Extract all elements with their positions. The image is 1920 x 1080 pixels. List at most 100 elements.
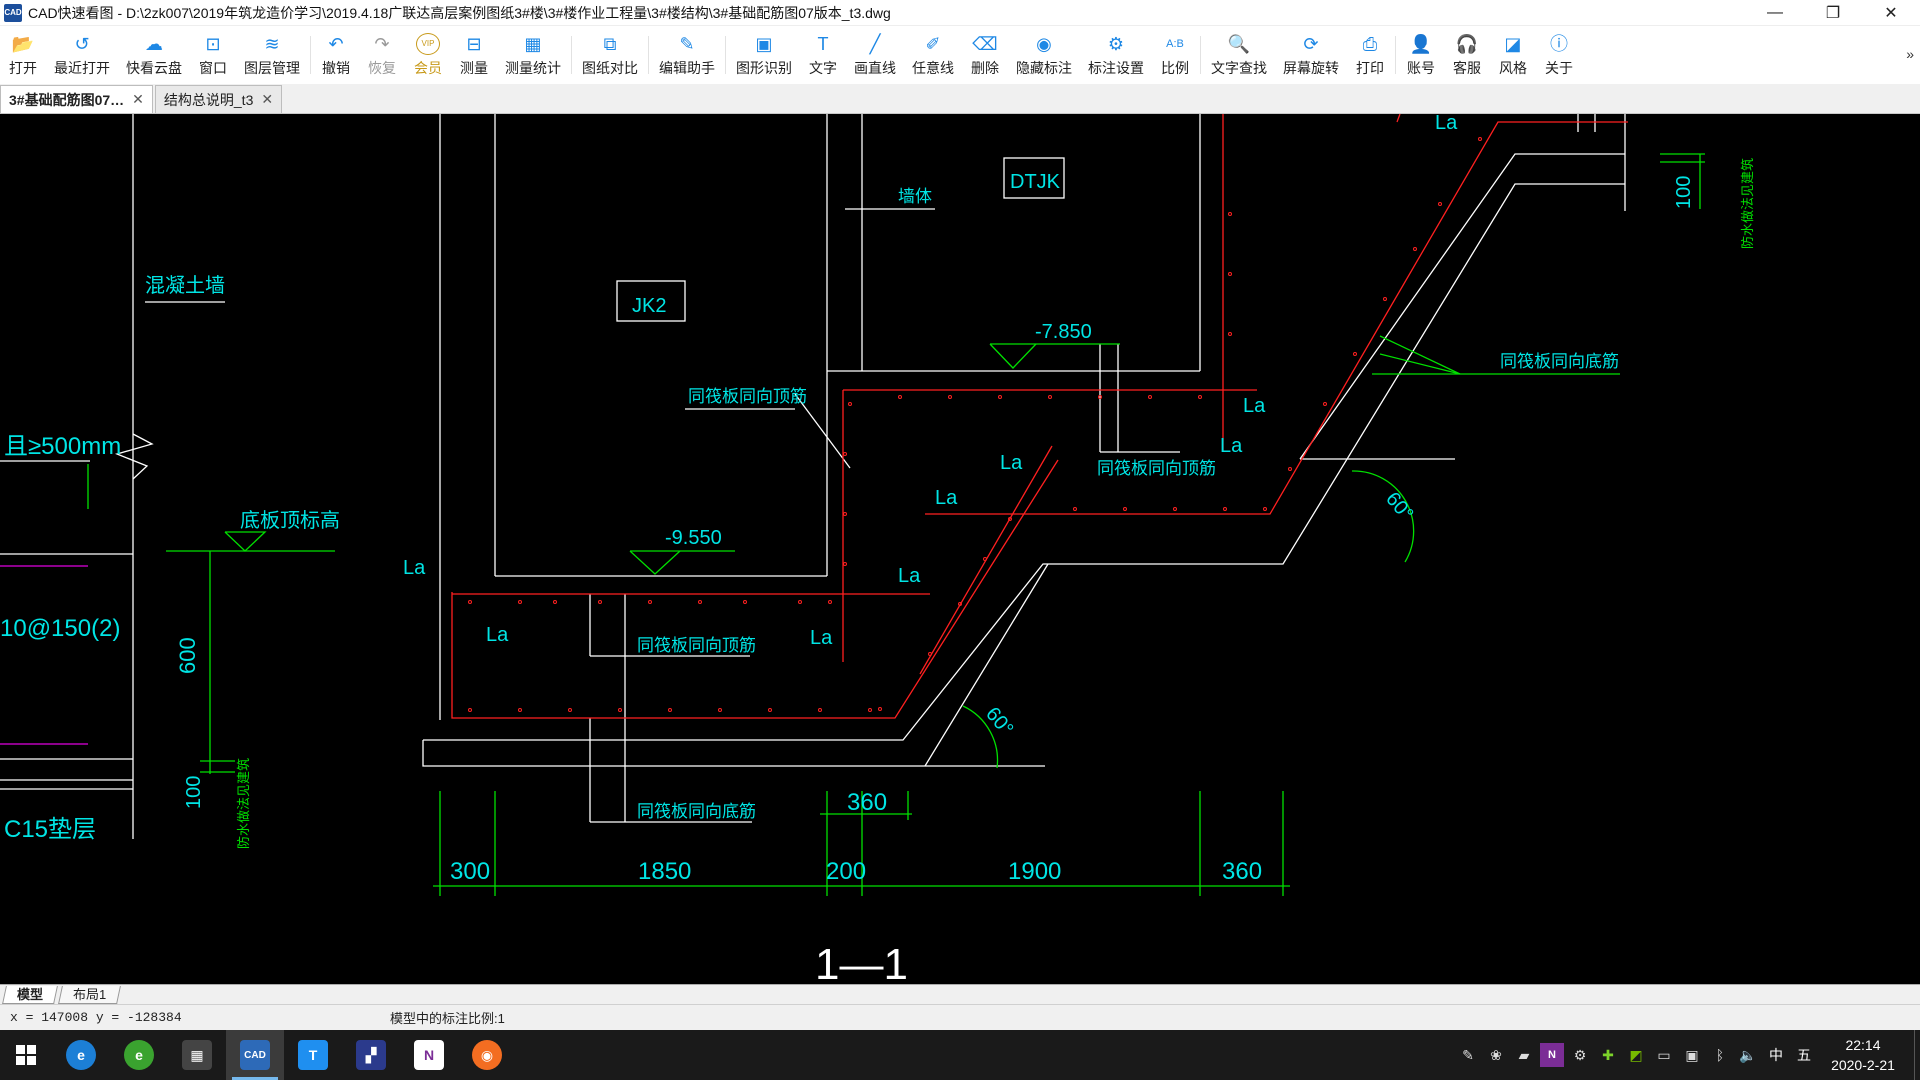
vip-icon: VIP (416, 32, 440, 55)
toolbar-separator (648, 36, 649, 74)
label-elev-9550: -9.550 (665, 527, 722, 549)
windows-logo-icon (16, 1045, 36, 1065)
display-icon[interactable]: ▣ (1680, 1043, 1704, 1067)
tab-label: 布局1 (73, 986, 107, 1002)
toolbar-button-shape-recognition[interactable]: ▣ 图形识别 (728, 26, 800, 84)
toolbar-button-ruler[interactable]: ⊟ 测量 (451, 26, 497, 84)
label-la: La (1000, 452, 1023, 474)
foundation-outline (422, 740, 1045, 767)
taskbar-calculator[interactable]: ▦ (168, 1030, 226, 1080)
nvidia-icon[interactable]: ◩ (1624, 1043, 1648, 1067)
toolbar-button-measure-stats[interactable]: ▦ 测量统计 (497, 26, 569, 84)
elevation-marker (224, 531, 267, 552)
toolbar-button-compare[interactable]: ⧉ 图纸对比 (574, 26, 646, 84)
toolbar-button-label: 最近打开 (54, 59, 110, 76)
tray-app-icon[interactable]: ✚ (1596, 1043, 1620, 1067)
tab-model[interactable]: 模型 (2, 985, 58, 1004)
toolbar-button-headset[interactable]: 🎧 客服 (1444, 26, 1490, 84)
label-dim-600: 600 (175, 637, 200, 674)
toolbar-button-window[interactable]: ⊡ 窗口 (190, 26, 236, 84)
volume-icon[interactable]: 🔈 (1736, 1043, 1760, 1067)
toolbar-button-freehand[interactable]: ✐ 任意线 (904, 26, 962, 84)
toolbar-button-history[interactable]: ↺ 最近打开 (46, 26, 118, 84)
tray-app-icon[interactable]: ❀ (1484, 1043, 1508, 1067)
clock[interactable]: 22:14 2020-2-21 (1818, 1035, 1908, 1075)
toolbar-button-eraser[interactable]: ⌫ 删除 (962, 26, 1008, 84)
toolbar-button-annotation-settings[interactable]: ⚙ 标注设置 (1080, 26, 1152, 84)
ruler-icon: ⊟ (466, 33, 482, 54)
toolbar-button-rotate-screen[interactable]: ⟳ 屏幕旋转 (1275, 26, 1347, 84)
close-window-button[interactable]: ✕ (1862, 0, 1920, 26)
toolbar-button-redo[interactable]: ↷ 恢复 (359, 26, 405, 84)
drawing-canvas[interactable]: 混凝土墙 且≥500mm 底板顶标高 10@150(2) C15垫层 JK2 D… (0, 114, 1920, 984)
leader-line (1379, 335, 1461, 375)
title-bar: CAD CAD快速看图 - D:\2zk007\2019年筑龙造价学习\2019… (0, 0, 1920, 26)
toolbar-button-cloud[interactable]: ☁ 快看云盘 (118, 26, 190, 84)
taskbar-text-app[interactable]: T (284, 1030, 342, 1080)
onenote-icon: N (414, 1040, 444, 1070)
tab-structure-notes[interactable]: 结构总说明_t3 ✕ (154, 85, 283, 113)
toolbar-button-label: 客服 (1453, 59, 1481, 76)
line-icon: ╱ (869, 33, 881, 54)
battery-icon[interactable]: ▭ (1652, 1043, 1676, 1067)
toolbar-button-edit-assistant[interactable]: ✎ 编辑助手 (651, 26, 723, 84)
toolbar-button-user[interactable]: 👤 账号 (1398, 26, 1444, 84)
headset-icon: 🎧 (1455, 33, 1479, 54)
start-button[interactable] (0, 1030, 52, 1080)
toolbar-button-label: 文字查找 (1211, 59, 1267, 76)
taskbar-ie[interactable]: e (52, 1030, 110, 1080)
toolbar-button-vip[interactable]: VIP 会员 (405, 26, 451, 84)
main-toolbar: 📂 打开 ↺ 最近打开 ☁ 快看云盘 ⊡ 窗口 ≋ 图层管理 ↶ 撤销 ↷ 恢复 VIP 会员 ⊟ 测量 ▦ 测量统计… (0, 26, 1920, 84)
toolbar-button-label: 隐藏标注 (1016, 59, 1072, 76)
taskbar-remote-app[interactable]: ▞ (342, 1030, 400, 1080)
toolbar-button-label: 快看云盘 (126, 59, 182, 76)
toolbar-button-text[interactable]: T 文字 (800, 26, 846, 84)
show-desktop-button[interactable] (1914, 1030, 1920, 1080)
restore-button[interactable]: ❐ (1804, 0, 1862, 26)
bluetooth-icon[interactable]: ᛒ (1708, 1043, 1732, 1067)
ime-tool-icon[interactable]: ✎ (1456, 1043, 1480, 1067)
steam-icon[interactable]: ⚙ (1568, 1043, 1592, 1067)
freehand-icon: ✐ (925, 33, 941, 54)
taskbar-cad-viewer[interactable]: CAD (226, 1030, 284, 1080)
tab-layout1[interactable]: 布局1 (58, 985, 122, 1004)
taskbar-onenote[interactable]: N (400, 1030, 458, 1080)
toolbar-button-label: 画直线 (854, 59, 896, 76)
tab-foundation-drawing[interactable]: 3#基础配筋图07… ✕ (0, 85, 153, 113)
taskbar-firefox[interactable]: ◉ (458, 1030, 516, 1080)
rebar-line (1396, 114, 1401, 123)
toolbar-button-info[interactable]: ⓘ 关于 (1536, 26, 1582, 84)
toolbar-button-folder[interactable]: 📂 打开 (0, 26, 46, 84)
toolbar-button-scale[interactable]: A:B 比例 (1152, 26, 1198, 84)
toolbar-button-text-search[interactable]: 🔍 文字查找 (1203, 26, 1275, 84)
label-waterproof: 防水做法见建筑 (1740, 158, 1755, 249)
toolbar-button-eye-hide[interactable]: ◉ 隐藏标注 (1008, 26, 1080, 84)
edit-assistant-icon: ✎ (679, 33, 695, 54)
toolbar-button-label: 测量 (460, 59, 488, 76)
toolbar-button-undo[interactable]: ↶ 撤销 (313, 26, 359, 84)
toolbar-button-label: 任意线 (912, 59, 954, 76)
toolbar-button-line[interactable]: ╱ 画直线 (846, 26, 904, 84)
toolbar-button-style[interactable]: ◪ 风格 (1490, 26, 1536, 84)
leader-line (1379, 353, 1461, 375)
taskbar-360-browser[interactable]: e (110, 1030, 168, 1080)
label-top-rebar: 同筏板同向顶筋 (637, 636, 756, 655)
toolbar-more-button[interactable]: » (1906, 46, 1914, 62)
toolbar-button-layers[interactable]: ≋ 图层管理 (236, 26, 308, 84)
minimize-button[interactable]: — (1746, 0, 1804, 26)
label-top-rebar: 同筏板同向顶筋 (688, 387, 807, 406)
tab-close-icon[interactable]: ✕ (261, 91, 273, 108)
ime-language[interactable]: 中 (1764, 1043, 1788, 1067)
ime-mode[interactable]: 五 (1792, 1043, 1816, 1067)
label-la: La (1220, 435, 1243, 457)
toolbar-button-label: 测量统计 (505, 59, 561, 76)
toolbar-button-printer[interactable]: ⎙ 打印 (1347, 26, 1393, 84)
tab-label: 模型 (17, 986, 44, 1002)
tray-app-icon[interactable]: ▰ (1512, 1043, 1536, 1067)
tab-close-icon[interactable]: ✕ (132, 91, 144, 108)
elevation-marker (629, 550, 681, 575)
history-icon: ↺ (74, 33, 90, 54)
label-dim-100: 100 (183, 776, 205, 809)
toolbar-button-label: 窗口 (199, 59, 227, 76)
onenote-tray-icon[interactable]: N (1540, 1043, 1564, 1067)
